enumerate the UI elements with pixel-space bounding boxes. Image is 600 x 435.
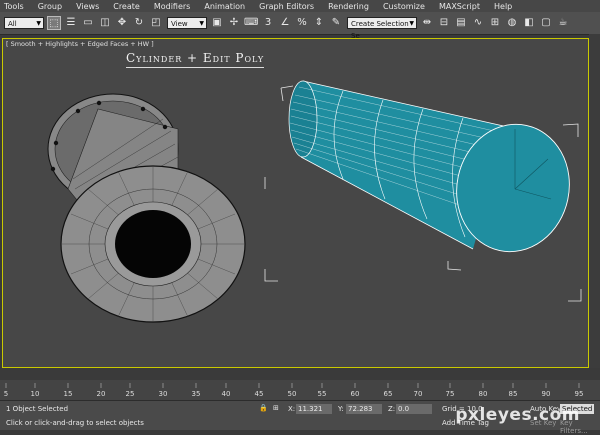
mirror-icon[interactable]: ⇹ xyxy=(420,16,434,30)
edit-named-sel-icon[interactable]: ✎ xyxy=(329,16,343,30)
tick-label: 85 xyxy=(509,390,518,398)
select-by-name-icon[interactable]: ☰ xyxy=(64,16,78,30)
tick-label: 70 xyxy=(414,390,423,398)
y-label: Y: xyxy=(338,405,344,413)
select-object-icon[interactable]: ⬚ xyxy=(47,16,61,30)
z-coordinate-field[interactable]: 0.0 xyxy=(396,404,432,414)
watermark-logo: pxleyes.com xyxy=(455,405,580,425)
menu-animation[interactable]: Animation xyxy=(204,2,245,11)
named-selection-dropdown[interactable]: Create Selection Se ▼ xyxy=(347,17,417,40)
selection-filter-value: All xyxy=(8,20,17,28)
absolute-mode-icon[interactable]: ⊞ xyxy=(273,404,279,412)
scale-icon[interactable]: ◰ xyxy=(149,16,163,30)
menu-views[interactable]: Views xyxy=(76,2,99,11)
x-coordinate-field[interactable]: 11.321 xyxy=(296,404,332,414)
snap-3d-icon[interactable]: 3 xyxy=(261,16,275,30)
main-toolbar: All ▼ ⬚ ☰ ▭ ◫ ✥ ↻ ◰ View ▼ ▣ ✢ ⌨ 3 ∠ % ⇕ ✎… xyxy=(0,12,600,40)
tick-label: 25 xyxy=(126,390,135,398)
menu-modifiers[interactable]: Modifiers xyxy=(154,2,191,11)
move-icon[interactable]: ✥ xyxy=(115,16,129,30)
material-editor-icon[interactable]: ◍ xyxy=(505,16,519,30)
edit-poly-object[interactable] xyxy=(47,93,246,323)
tick-label: 55 xyxy=(318,390,327,398)
tick-label: 95 xyxy=(575,390,584,398)
cylinder-object[interactable] xyxy=(264,80,582,302)
menu-help[interactable]: Help xyxy=(494,2,512,11)
schematic-icon[interactable]: ⊞ xyxy=(488,16,502,30)
reference-coord-value: View xyxy=(171,20,188,28)
menu-group[interactable]: Group xyxy=(38,2,62,11)
chevron-down-icon: ▼ xyxy=(36,20,41,27)
pivot-icon[interactable]: ▣ xyxy=(210,16,224,30)
align-icon[interactable]: ⊟ xyxy=(437,16,451,30)
menu-create[interactable]: Create xyxy=(113,2,140,11)
lock-selection-icon[interactable]: 🔒 xyxy=(259,404,268,412)
menu-graph-editors[interactable]: Graph Editors xyxy=(259,2,314,11)
menu-customize[interactable]: Customize xyxy=(383,2,425,11)
tick-label: 35 xyxy=(192,390,201,398)
spinner-snap-icon[interactable]: ⇕ xyxy=(312,16,326,30)
z-label: Z: xyxy=(388,405,396,413)
named-selection-value: Create Selection Se xyxy=(351,20,409,40)
render-frame-icon[interactable]: ▢ xyxy=(539,16,553,30)
tick-label: 40 xyxy=(222,390,231,398)
scene xyxy=(47,80,582,323)
timeline-ruler: 5 10 15 20 25 30 35 40 45 50 55 60 65 70… xyxy=(4,383,584,398)
viewport-scrollbar[interactable] xyxy=(589,34,600,368)
angle-snap-icon[interactable]: ∠ xyxy=(278,16,292,30)
tick-label: 45 xyxy=(255,390,264,398)
tick-label: 30 xyxy=(159,390,168,398)
window-crossing-icon[interactable]: ◫ xyxy=(98,16,112,30)
render-setup-icon[interactable]: ◧ xyxy=(522,16,536,30)
reference-coord-dropdown[interactable]: View ▼ xyxy=(167,17,207,29)
tick-label: 90 xyxy=(542,390,551,398)
time-slider[interactable] xyxy=(0,370,600,380)
rotate-icon[interactable]: ↻ xyxy=(132,16,146,30)
tick-label: 20 xyxy=(97,390,106,398)
y-coordinate-field[interactable]: 72.283 xyxy=(346,404,382,414)
layer-icon[interactable]: ▤ xyxy=(454,16,468,30)
perspective-viewport[interactable]: [ Smooth + Highlights + Edged Faces + HW… xyxy=(2,38,589,368)
menu-maxscript[interactable]: MAXScript xyxy=(439,2,480,11)
menu-rendering[interactable]: Rendering xyxy=(328,2,369,11)
selection-status: 1 Object Selected xyxy=(6,405,69,413)
timeline[interactable]: 5 10 15 20 25 30 35 40 45 50 55 60 65 70… xyxy=(0,370,600,400)
tick-label: 50 xyxy=(288,390,297,398)
menu-tools[interactable]: Tools xyxy=(4,2,24,11)
snap-label: 3 xyxy=(264,17,272,28)
chevron-down-icon: ▼ xyxy=(199,20,204,27)
tick-label: 80 xyxy=(479,390,488,398)
percent-label: % xyxy=(297,17,307,28)
x-label: X: xyxy=(288,405,296,413)
chevron-down-icon: ▼ xyxy=(409,20,414,27)
render-icon[interactable]: ☕ xyxy=(556,16,570,30)
percent-snap-icon[interactable]: % xyxy=(295,16,309,30)
tick-label: 75 xyxy=(446,390,455,398)
rect-selection-icon[interactable]: ▭ xyxy=(81,16,95,30)
curve-editor-icon[interactable]: ∿ xyxy=(471,16,485,30)
select-manipulate-icon[interactable]: ✢ xyxy=(227,16,241,30)
selection-filter-dropdown[interactable]: All ▼ xyxy=(4,17,44,29)
keyboard-shortcut-icon[interactable]: ⌨ xyxy=(244,16,258,30)
tick-label: 65 xyxy=(384,390,393,398)
tick-label: 15 xyxy=(64,390,73,398)
tick-label: 5 xyxy=(4,390,8,398)
tick-label: 60 xyxy=(351,390,360,398)
tick-label: 10 xyxy=(31,390,40,398)
prompt-line: Click or click-and-drag to select object… xyxy=(6,419,144,427)
